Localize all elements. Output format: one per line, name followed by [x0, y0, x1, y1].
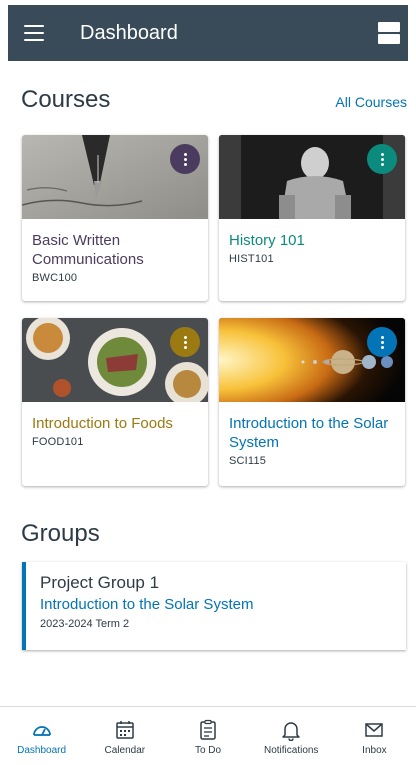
course-options-kebab-icon[interactable] — [170, 327, 200, 357]
nav-tab-inbox[interactable]: Inbox — [333, 707, 416, 765]
course-code: FOOD101 — [32, 436, 84, 448]
course-card-food101[interactable]: Introduction to Foods FOOD101 — [22, 318, 208, 486]
app-bar: Dashboard — [8, 5, 408, 61]
courses-heading: Courses — [21, 86, 111, 113]
course-code: BWC100 — [32, 272, 78, 284]
group-term: 2023-2024 Term 2 — [40, 618, 130, 630]
course-image-fountain-pen — [22, 135, 208, 219]
hamburger-menu-icon[interactable] — [24, 25, 44, 41]
course-code: HIST101 — [229, 253, 274, 265]
course-name: Basic Written Communications — [32, 232, 144, 268]
course-code: SCI115 — [229, 455, 267, 467]
course-name: Introduction to Foods — [32, 415, 173, 432]
groups-heading: Groups — [21, 520, 100, 547]
course-name: Introduction to the Solar System — [229, 415, 389, 451]
nav-label: Calendar — [104, 745, 146, 756]
nav-tab-dashboard[interactable]: Dashboard — [0, 707, 83, 765]
page-title: Dashboard — [80, 21, 178, 44]
nav-tab-calendar[interactable]: Calendar — [83, 707, 166, 765]
dashboard-icon — [32, 726, 51, 736]
all-courses-link[interactable]: All Courses — [335, 94, 407, 110]
group-card-project-group-1[interactable]: Project Group 1 Introduction to the Sola… — [22, 562, 406, 650]
nav-tab-todo[interactable]: To Do — [166, 707, 249, 765]
course-card-bwc100[interactable]: Basic Written Communications BWC100 — [22, 135, 208, 301]
nav-label: Notifications — [263, 745, 319, 756]
group-name: Project Group 1 — [40, 573, 160, 592]
bell-icon — [282, 722, 300, 741]
course-card-hist101[interactable]: History 101 HIST101 — [219, 135, 405, 301]
course-image-solar-system — [219, 318, 405, 402]
course-options-kebab-icon[interactable] — [367, 327, 397, 357]
nav-label: To Do — [194, 745, 222, 756]
layout-toggle-icon[interactable] — [378, 22, 400, 44]
course-card-sci115[interactable]: Introduction to the Solar System SCI115 — [219, 318, 405, 486]
course-image-lincoln-memorial — [219, 135, 405, 219]
group-course-link[interactable]: Introduction to the Solar System — [40, 596, 392, 613]
todo-clipboard-icon — [200, 719, 216, 740]
nav-label: Dashboard — [17, 745, 67, 756]
course-options-kebab-icon[interactable] — [367, 144, 397, 174]
course-options-kebab-icon[interactable] — [170, 144, 200, 174]
envelope-icon — [365, 723, 384, 737]
course-name: History 101 — [229, 232, 305, 249]
bottom-navigation: Dashboard Calendar To Do Notifications I… — [0, 706, 416, 765]
calendar-icon — [116, 721, 134, 739]
nav-tab-notifications[interactable]: Notifications — [250, 707, 333, 765]
nav-label: Inbox — [362, 745, 387, 756]
course-image-food-plates — [22, 318, 208, 402]
